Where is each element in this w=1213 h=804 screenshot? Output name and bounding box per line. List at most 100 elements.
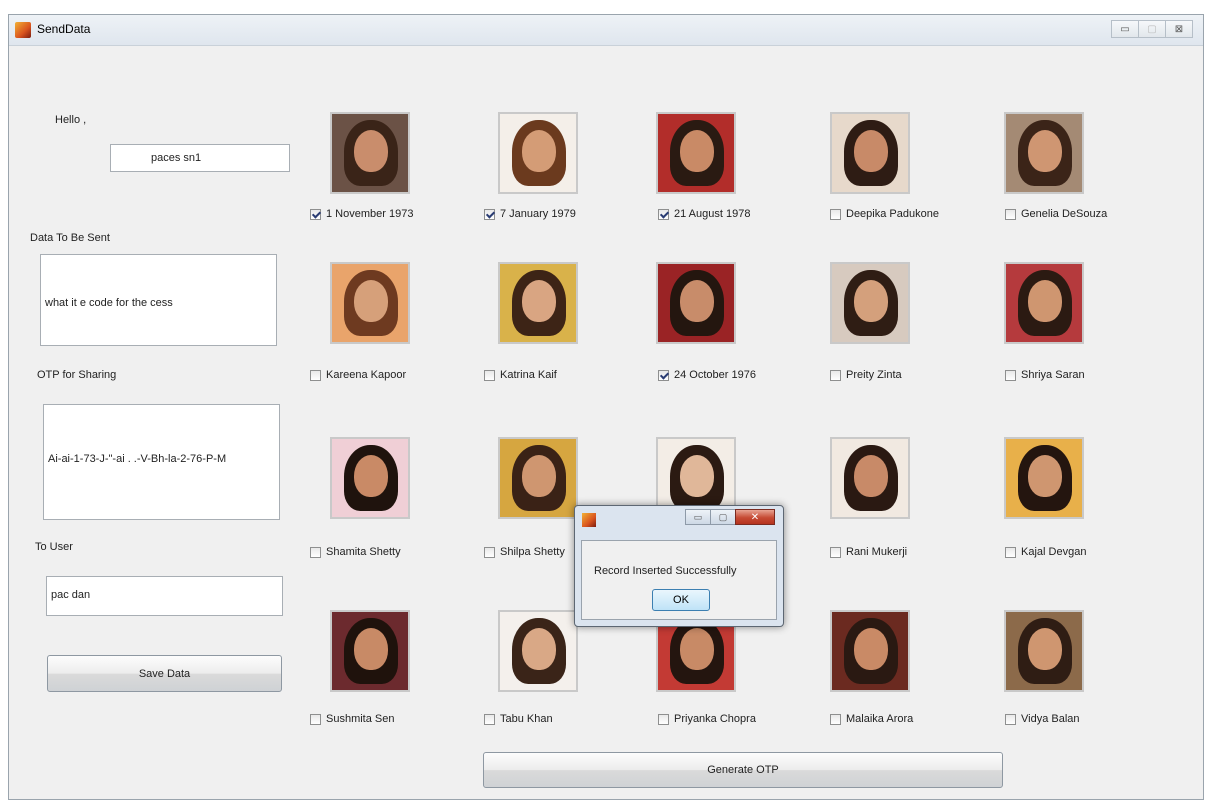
checkbox-label: Shamita Shetty [326,546,401,558]
checkbox-unchecked[interactable] [310,369,321,381]
photo-face [680,130,714,172]
celebrity-checkbox-item[interactable]: Kajal Devgan [1005,546,1086,558]
otp-field[interactable]: Ai-ai-1-73-J-"-ai . .-V-Bh-la-2-76-P-M [43,404,280,520]
celebrity-photo [1004,610,1084,692]
photo-face [354,455,388,497]
checkbox-unchecked[interactable] [1005,208,1016,220]
checkbox-label: Shriya Saran [1021,369,1085,381]
celebrity-checkbox-item[interactable]: 21 August 1978 [658,208,750,220]
celebrity-checkbox-item[interactable]: 7 January 1979 [484,208,576,220]
celebrity-checkbox-item[interactable]: Sushmita Sen [310,713,394,725]
checkbox-unchecked[interactable] [310,713,321,725]
to-user-field[interactable]: pac dan [46,576,283,616]
celebrity-checkbox-item[interactable]: Katrina Kaif [484,369,557,381]
photo-face [854,455,888,497]
celebrity-checkbox-item[interactable]: Kareena Kapoor [310,369,406,381]
celebrity-photo [330,262,410,344]
photo-face [522,280,556,322]
checkbox-unchecked[interactable] [830,208,841,220]
checkbox-unchecked[interactable] [830,713,841,725]
checkbox-unchecked[interactable] [658,713,669,725]
celebrity-checkbox-item[interactable]: Preity Zinta [830,369,902,381]
photo-face [854,280,888,322]
celebrity-checkbox-item[interactable]: Rani Mukerji [830,546,907,558]
celebrity-photo [330,437,410,519]
celebrity-checkbox-item[interactable]: Tabu Khan [484,713,553,725]
celebrity-checkbox-item[interactable]: Shamita Shetty [310,546,401,558]
checkbox-unchecked[interactable] [484,369,495,381]
checkbox-label: 7 January 1979 [500,208,576,220]
dialog-maximize-button[interactable]: ▢ [710,509,736,525]
dialog-message: Record Inserted Successfully [594,565,737,577]
checkbox-label: Genelia DeSouza [1021,208,1108,220]
checkbox-label: 24 October 1976 [674,369,756,381]
checkbox-label: Sushmita Sen [326,713,395,725]
photo-face [680,628,714,670]
dialog-ok-button[interactable]: OK [652,589,710,611]
celebrity-checkbox-item[interactable]: 1 November 1973 [310,208,413,220]
data-to-be-sent-label: Data To Be Sent [30,232,110,244]
celebrity-checkbox-item[interactable]: Shilpa Shetty [484,546,565,558]
celebrity-checkbox-item[interactable]: Deepika Padukone [830,208,939,220]
checkbox-label: Malaika Arora [846,713,914,725]
checkbox-unchecked[interactable] [484,546,495,558]
celebrity-photo [656,112,736,194]
checkbox-label: Vidya Balan [1021,713,1080,725]
celebrity-photo [830,262,910,344]
checkbox-unchecked[interactable] [830,546,841,558]
photo-face [854,628,888,670]
photo-face [354,628,388,670]
close-button[interactable]: ⊠ [1165,20,1193,38]
username-field[interactable]: paces sn1 [110,144,290,172]
dialog-close-button[interactable]: ✕ [735,509,775,525]
to-user-label: To User [35,541,73,553]
checkbox-checked[interactable] [310,208,321,220]
celebrity-photo [830,112,910,194]
title-bar[interactable]: SendData ▭ ▢ ⊠ [9,15,1203,46]
checkbox-unchecked[interactable] [830,369,841,381]
minimize-button[interactable]: ▭ [1111,20,1139,38]
celebrity-checkbox-item[interactable]: Genelia DeSouza [1005,208,1107,220]
checkbox-label: Rani Mukerji [846,546,908,558]
celebrity-photo [498,112,578,194]
checkbox-label: Preity Zinta [846,369,902,381]
photo-face [522,130,556,172]
celebrity-checkbox-item[interactable]: Shriya Saran [1005,369,1085,381]
photo-face [522,628,556,670]
photo-face [1028,628,1062,670]
photo-face [854,130,888,172]
photo-face [354,130,388,172]
otp-label: OTP for Sharing [37,369,117,381]
checkbox-unchecked[interactable] [310,546,321,558]
celebrity-checkbox-item[interactable]: Malaika Arora [830,713,913,725]
dialog-app-icon [582,513,596,527]
celebrity-photo [830,437,910,519]
checkbox-unchecked[interactable] [484,713,495,725]
checkbox-label: Kajal Devgan [1021,546,1087,558]
checkbox-unchecked[interactable] [1005,546,1016,558]
celebrity-checkbox-item[interactable]: Vidya Balan [1005,713,1080,725]
photo-face [522,455,556,497]
photo-face [1028,280,1062,322]
checkbox-label: Deepika Padukone [846,208,939,220]
celebrity-photo [498,262,578,344]
generate-otp-button[interactable]: Generate OTP [483,752,1003,788]
checkbox-unchecked[interactable] [1005,369,1016,381]
checkbox-checked[interactable] [484,208,495,220]
celebrity-photo [330,610,410,692]
checkbox-label: 21 August 1978 [674,208,751,220]
photo-face [680,455,714,497]
message-dialog: ▭ ▢ ✕ Record Inserted Successfully OK [574,505,784,627]
maximize-button[interactable]: ▢ [1138,20,1166,38]
checkbox-checked[interactable] [658,369,669,381]
data-to-be-sent-field[interactable]: what it e code for the cess [40,254,277,346]
checkbox-checked[interactable] [658,208,669,220]
save-data-button[interactable]: Save Data [47,655,282,692]
checkbox-label: Priyanka Chopra [674,713,756,725]
celebrity-checkbox-item[interactable]: 24 October 1976 [658,369,756,381]
celebrity-checkbox-item[interactable]: Priyanka Chopra [658,713,756,725]
dialog-minimize-button[interactable]: ▭ [685,509,711,525]
celebrity-photo [498,437,578,519]
checkbox-unchecked[interactable] [1005,713,1016,725]
dialog-window-controls: ▭ ▢ ✕ [685,509,775,525]
